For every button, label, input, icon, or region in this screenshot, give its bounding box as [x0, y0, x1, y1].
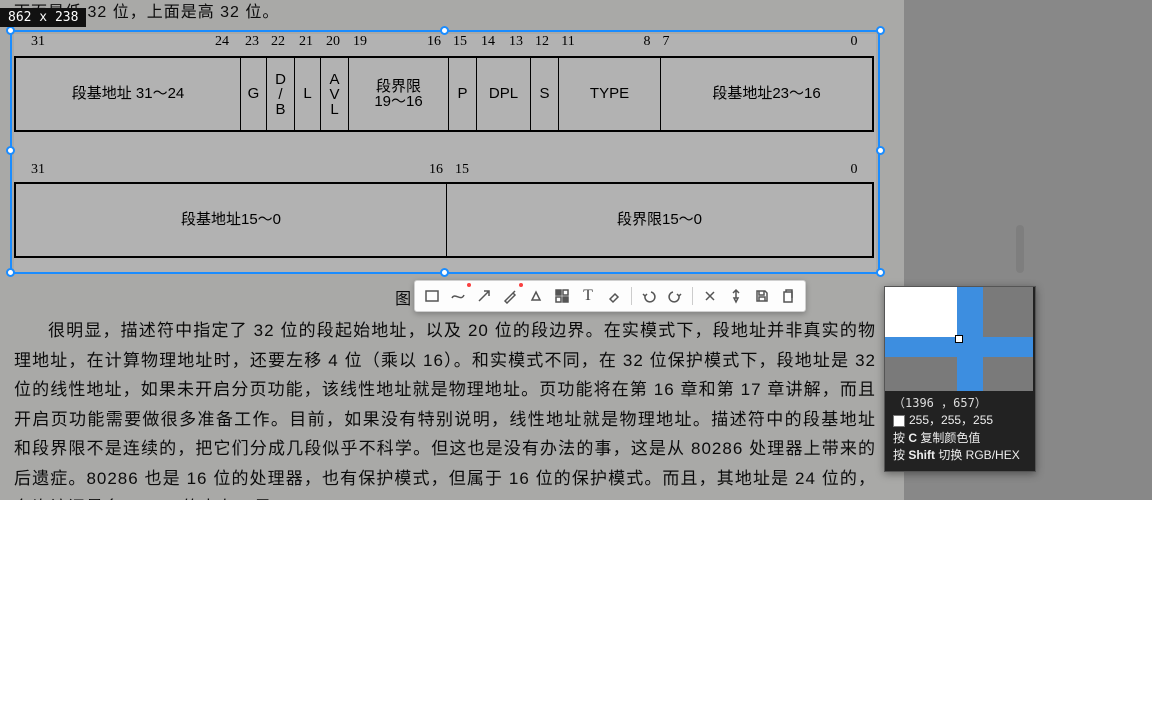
- tool-rectangle[interactable]: [421, 285, 443, 307]
- toolbar-sep-2: [692, 287, 693, 305]
- save-button[interactable]: [751, 285, 773, 307]
- bit-22: 22: [271, 34, 285, 50]
- descriptor-diagram: 31 24 23 22 21 20 19 16 15 14 13 12 11 8…: [14, 34, 876, 272]
- bit-row-top: 31 24 23 22 21 20 19 16 15 14 13 12 11 8…: [14, 34, 876, 52]
- rgb-value: 255，255，255: [909, 413, 993, 427]
- magnifier-view: [885, 287, 1033, 391]
- bit-24: 24: [215, 34, 229, 50]
- cell-lim-top: 段界限: [376, 79, 421, 94]
- cell-db-d: D: [275, 72, 286, 87]
- handle-ne[interactable]: [876, 26, 885, 35]
- bit-14: 14: [481, 34, 495, 50]
- cursor-coords: （1396 ，657）: [893, 395, 1027, 412]
- bit-11: 11: [561, 34, 574, 50]
- redo-button[interactable]: [664, 285, 686, 307]
- h1k: C: [908, 431, 917, 445]
- cell-base31-24: 段基地址 31～24: [16, 58, 240, 130]
- tool-pen[interactable]: [499, 285, 521, 307]
- cell-g: G: [240, 58, 266, 130]
- cell-l: L: [294, 58, 320, 130]
- tool-text[interactable]: T: [577, 285, 599, 307]
- bit-row-bot: 31 16 15 0: [14, 162, 876, 180]
- cell-limit15-0: 段界限15～0: [446, 184, 872, 256]
- bit-b0: 0: [851, 162, 858, 178]
- selection-size-badge: 862 x 238: [0, 8, 86, 27]
- cell-avl: A V L: [320, 58, 348, 130]
- handle-w[interactable]: [6, 146, 15, 155]
- scrollbar-thumb[interactable]: [1016, 225, 1024, 273]
- bit-19: 19: [353, 34, 367, 50]
- hint-toggle: 按 Shift 切换 RGB/HEX: [893, 447, 1027, 464]
- cell-p: P: [448, 58, 476, 130]
- cell-dpl: DPL: [476, 58, 530, 130]
- bit-b31: 31: [31, 162, 45, 178]
- cell-type: TYPE: [558, 58, 660, 130]
- white-bottom: [0, 500, 1152, 720]
- descriptor-high-word: 段基地址 31～24 G D / B L A V L 段界限: [14, 56, 874, 132]
- color-magnifier: （1396 ，657） 255，255，255 按 C 复制颜色值 按 Shif…: [884, 286, 1036, 472]
- bit-15: 15: [453, 34, 467, 50]
- tool-marker[interactable]: [525, 285, 547, 307]
- cell-db-slash: /: [278, 87, 282, 102]
- handle-s[interactable]: [440, 268, 449, 277]
- color-swatch: [893, 415, 905, 427]
- bit-7: 7: [663, 34, 670, 50]
- cell-s: S: [530, 58, 558, 130]
- handle-sw[interactable]: [6, 268, 15, 277]
- tool-eraser[interactable]: [603, 285, 625, 307]
- body-paragraph: 很明显，描述符中指定了 32 位的段起始地址，以及 20 位的段边界。在实模式下…: [14, 316, 876, 500]
- cell-avl-l: L: [330, 102, 338, 117]
- cell-db-b: B: [275, 102, 285, 117]
- bit-13: 13: [509, 34, 523, 50]
- bit-b16: 16: [429, 162, 443, 178]
- cell-lim-bot: 19～16: [374, 94, 422, 109]
- cell-avl-v: V: [329, 87, 339, 102]
- bit-20: 20: [326, 34, 340, 50]
- tool-freehand[interactable]: [447, 285, 469, 307]
- cell-base15-0: 段基地址15～0: [16, 184, 446, 256]
- h2k: Shift: [908, 448, 935, 462]
- cell-avl-a: A: [329, 72, 339, 87]
- h1p: 按: [893, 431, 908, 445]
- tool-mosaic[interactable]: [551, 285, 573, 307]
- bit-12: 12: [535, 34, 549, 50]
- close-button[interactable]: [699, 285, 721, 307]
- hint-copy: 按 C 复制颜色值: [893, 430, 1027, 447]
- bit-0: 0: [851, 34, 858, 50]
- toolbar-sep-1: [631, 287, 632, 305]
- rgb-row: 255，255，255: [893, 412, 1027, 429]
- bit-23: 23: [245, 34, 259, 50]
- cell-limit19-16: 段界限 19～16: [348, 58, 448, 130]
- cell-base23-16: 段基地址23～16: [660, 58, 872, 130]
- h1s: 复制颜色值: [917, 431, 980, 445]
- handle-e[interactable]: [876, 146, 885, 155]
- bit-31: 31: [31, 34, 45, 50]
- cell-db: D / B: [266, 58, 294, 130]
- copy-button[interactable]: [777, 285, 799, 307]
- descriptor-low-word: 段基地址15～0 段界限15～0: [14, 182, 874, 258]
- h2p: 按: [893, 448, 908, 462]
- pin-button[interactable]: [725, 285, 747, 307]
- h2s: 切换 RGB/HEX: [935, 448, 1020, 462]
- handle-se[interactable]: [876, 268, 885, 277]
- bit-16: 16: [427, 34, 441, 50]
- bit-21: 21: [299, 34, 313, 50]
- undo-button[interactable]: [638, 285, 660, 307]
- handle-nw[interactable]: [6, 26, 15, 35]
- screenshot-toolbar: T: [414, 280, 806, 312]
- bit-b15: 15: [455, 162, 469, 178]
- pixel-cursor: [955, 335, 963, 343]
- document-page: 下面是低 32 位，上面是高 32 位。 31 24 23 22 21 20 1…: [0, 0, 904, 500]
- magnifier-info: （1396 ，657） 255，255，255 按 C 复制颜色值 按 Shif…: [885, 391, 1035, 471]
- handle-n[interactable]: [440, 26, 449, 35]
- tool-arrow[interactable]: [473, 285, 495, 307]
- bit-8: 8: [644, 34, 651, 50]
- paragraph-text: 很明显，描述符中指定了 32 位的段起始地址，以及 20 位的段边界。在实模式下…: [14, 316, 876, 500]
